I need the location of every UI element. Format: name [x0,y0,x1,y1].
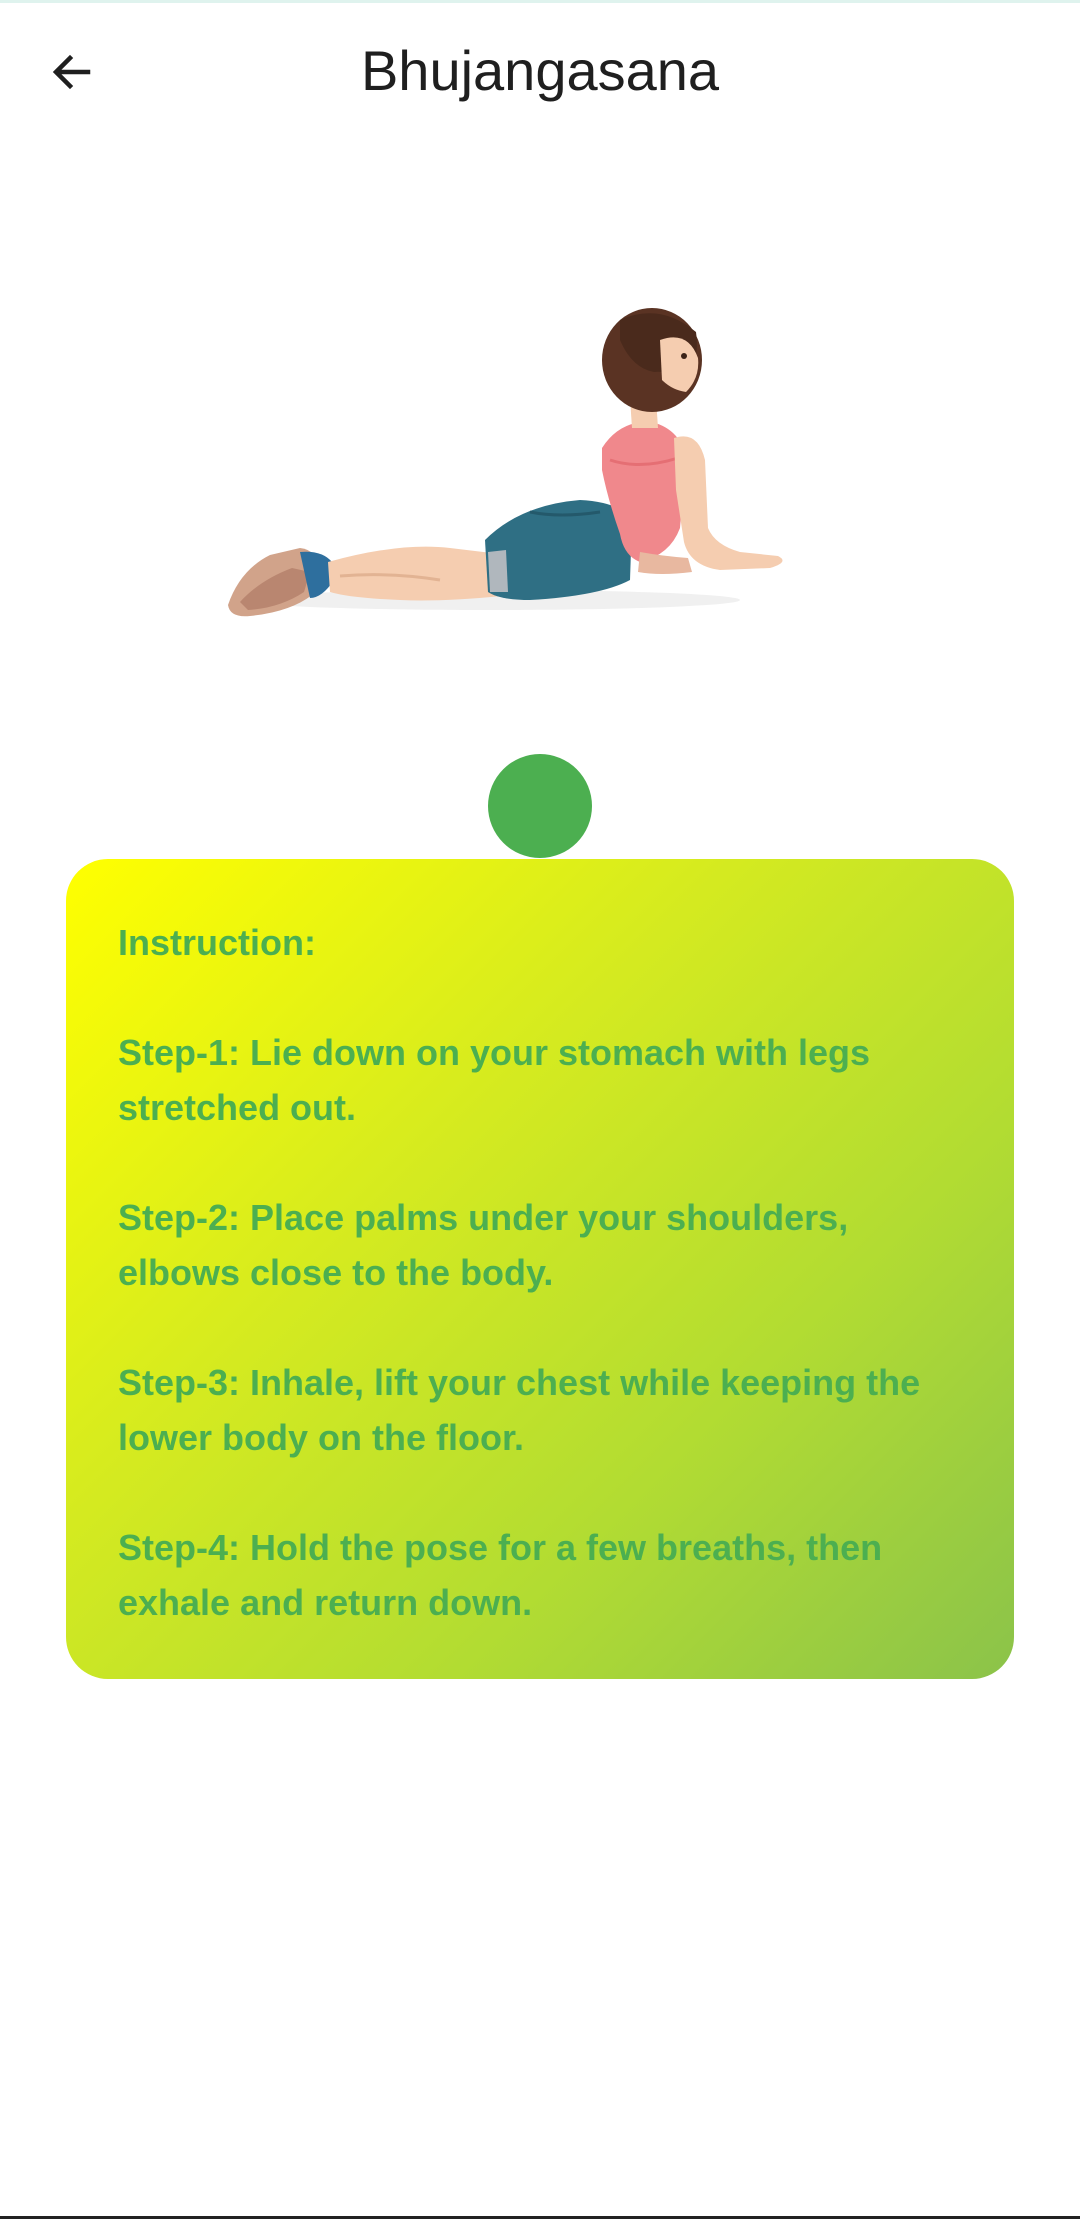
page-title: Bhujangasana [360,39,720,102]
app-bar: Bhujangasana [0,0,1080,150]
instruction-step-2: Step-2: Place palms under your shoulders… [118,1197,849,1293]
pose-illustration [200,280,820,660]
instruction-step-3: Step-3: Inhale, lift your chest while ke… [118,1362,921,1458]
instruction-step-4: Step-4: Hold the pose for a few breaths,… [118,1527,883,1623]
indicator-dot [488,754,592,858]
instruction-text: Instruction: Step-1: Lie down on your st… [118,915,962,1630]
instruction-step-1: Step-1: Lie down on your stomach with le… [118,1032,871,1128]
instruction-card: Instruction: Step-1: Lie down on your st… [66,859,1014,1679]
instruction-heading: Instruction: [118,922,316,963]
